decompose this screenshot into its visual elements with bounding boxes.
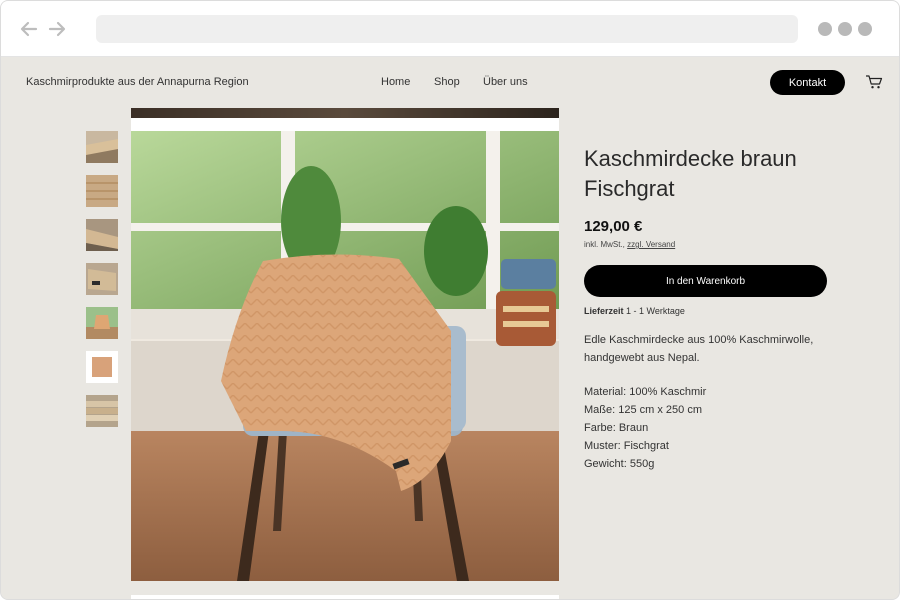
vat-text: inkl. MwSt., xyxy=(584,240,625,249)
nav-about[interactable]: Über uns xyxy=(483,76,528,88)
spec-dimensions: Maße: 125 cm x 250 cm xyxy=(584,404,702,416)
spec-color: Farbe: Braun xyxy=(584,422,649,434)
product-title: Kaschmirdecke braun Fischgrat xyxy=(584,146,797,201)
vat-note: inkl. MwSt., zzgl. Versand xyxy=(584,240,675,249)
shipping-link[interactable]: zzgl. Versand xyxy=(627,240,675,249)
delivery-time: Lieferzeit 1 - 1 Werktage xyxy=(584,306,685,316)
address-bar[interactable] xyxy=(96,15,798,43)
description-line: Edle Kaschmirdecke aus 100% Kaschmirwoll… xyxy=(584,334,814,346)
thumbnail-7[interactable] xyxy=(86,395,118,427)
brand-tagline[interactable]: Kaschmirprodukte aus der Annapurna Regio… xyxy=(26,76,249,88)
product-description: Edle Kaschmirdecke aus 100% Kaschmirwoll… xyxy=(584,331,844,367)
spec-material: Material: 100% Kaschmir xyxy=(584,386,707,398)
spec-weight: Gewicht: 550g xyxy=(584,458,655,470)
thumbnail-1[interactable] xyxy=(86,131,118,163)
delivery-label: Lieferzeit xyxy=(584,306,624,316)
nav-home[interactable]: Home xyxy=(381,76,410,88)
delivery-value: 1 - 1 Werktage xyxy=(626,306,685,316)
description-line: handgewebt aus Nepal. xyxy=(584,352,700,364)
thumbnail-2[interactable] xyxy=(86,175,118,207)
image-gap xyxy=(131,118,559,131)
next-image-edge xyxy=(131,595,559,599)
add-to-cart-button[interactable]: In den Warenkorb xyxy=(584,265,827,297)
thumbnail-3[interactable] xyxy=(86,219,118,251)
forward-arrow-icon[interactable] xyxy=(47,19,67,39)
cart-icon[interactable] xyxy=(865,74,883,90)
contact-button[interactable]: Kontakt xyxy=(770,70,845,95)
browser-chrome xyxy=(1,1,899,57)
thumbnail-4[interactable] xyxy=(86,263,118,295)
window-control-dot[interactable] xyxy=(858,22,872,36)
nav-shop[interactable]: Shop xyxy=(434,76,460,88)
main-product-image[interactable] xyxy=(131,131,559,581)
previous-image-edge xyxy=(131,108,559,118)
product-price: 129,00 € xyxy=(584,218,643,235)
thumbnail-6-active[interactable] xyxy=(86,351,118,383)
spec-pattern: Muster: Fischgrat xyxy=(584,440,669,452)
back-arrow-icon[interactable] xyxy=(19,19,39,39)
thumbnail-5[interactable] xyxy=(86,307,118,339)
window-control-dot[interactable] xyxy=(838,22,852,36)
product-page: Kaschmirprodukte aus der Annapurna Regio… xyxy=(1,57,899,599)
window-control-dot[interactable] xyxy=(818,22,832,36)
browser-window: Kaschmirprodukte aus der Annapurna Regio… xyxy=(0,0,900,600)
